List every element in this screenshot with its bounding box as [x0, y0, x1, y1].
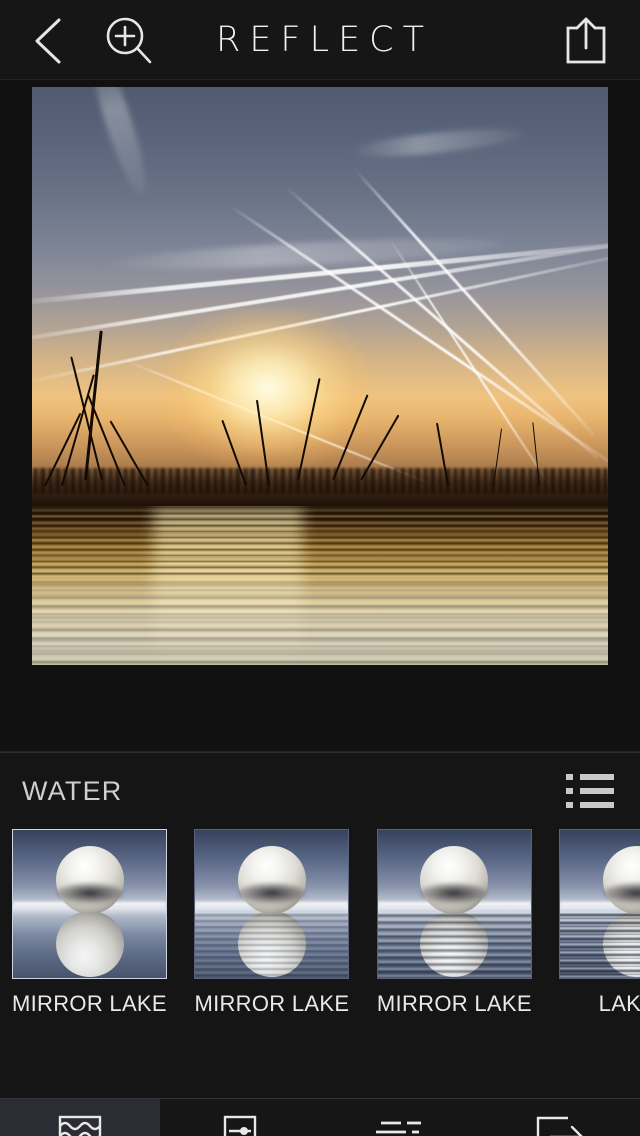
- top-navigation-bar: REFLECT: [0, 0, 640, 80]
- preset-label: MIRROR LAKE 3: [376, 991, 532, 1016]
- sliders-icon: [216, 1112, 264, 1136]
- preset-category-label: WATER: [22, 775, 123, 806]
- preset-label: MIRROR LAKE 1: [12, 991, 167, 1016]
- tab-fog[interactable]: FOG: [320, 1099, 480, 1136]
- preset-item[interactable]: MIRROR LAKE 1: [12, 829, 178, 1017]
- waves-icon: [56, 1112, 104, 1136]
- preset-item[interactable]: MIRROR LAKE 2: [194, 829, 360, 1017]
- thumb-sphere-shadow: [238, 883, 305, 904]
- thumb-sphere-shadow: [421, 883, 488, 904]
- preset-thumbnail: [194, 829, 350, 979]
- tab-edit[interactable]: EDIT: [160, 1099, 320, 1136]
- preset-label: LAKE 1: [598, 991, 640, 1016]
- thumb-sphere-shadow: [56, 883, 123, 904]
- sun-glow: [168, 307, 369, 468]
- presets-panel: WATER MIRROR LAKE MIRROR LAKE MIRROR LAK…: [0, 752, 640, 1098]
- list-view-button[interactable]: [564, 769, 616, 813]
- app-title: REFLECT: [216, 20, 433, 60]
- export-arrow-icon: [532, 1112, 588, 1136]
- share-upload-icon: [566, 17, 606, 64]
- thumb-sphere: [237, 846, 306, 915]
- reflect-app: REFLECT WATER MIRROR LAKE MIRROR LAKE MI…: [0, 0, 640, 1136]
- preset-thumbnail: [376, 829, 532, 979]
- tab-presets[interactable]: PRESETS: [0, 1099, 160, 1136]
- share-button[interactable]: [558, 13, 614, 69]
- bottom-tab-bar: PRESETS EDIT: [0, 1098, 640, 1136]
- tab-fx-mode[interactable]: FX MODE: [480, 1099, 640, 1136]
- thumb-reflection-ripple: [195, 911, 349, 978]
- photo-canvas[interactable]: [0, 80, 640, 752]
- preset-item[interactable]: LAKE 1: [559, 829, 640, 1017]
- thumb-reflection-ripple: [377, 911, 531, 978]
- thumb-sphere: [420, 846, 489, 915]
- thumb-sphere-reflection: [55, 911, 124, 978]
- thumb-sphere: [55, 846, 124, 915]
- preset-thumbnail-strip[interactable]: MIRROR LAKE 1 MIRROR LAKE 2: [0, 829, 640, 1044]
- water-ripples-lower: [32, 582, 608, 665]
- list-view-icon: [566, 774, 614, 808]
- edited-photo[interactable]: [32, 87, 608, 665]
- presets-header: WATER: [0, 753, 640, 829]
- preset-item[interactable]: MIRROR LAKE 3: [376, 829, 543, 1017]
- fog-lines-icon: [373, 1112, 427, 1136]
- preset-thumbnail: [559, 829, 640, 979]
- thumb-reflection-ripple: [560, 911, 640, 978]
- preset-label: MIRROR LAKE 2: [194, 991, 350, 1016]
- water-ripples-upper: [32, 506, 608, 578]
- preset-thumbnail: [12, 829, 167, 979]
- water-reflection: [32, 506, 608, 665]
